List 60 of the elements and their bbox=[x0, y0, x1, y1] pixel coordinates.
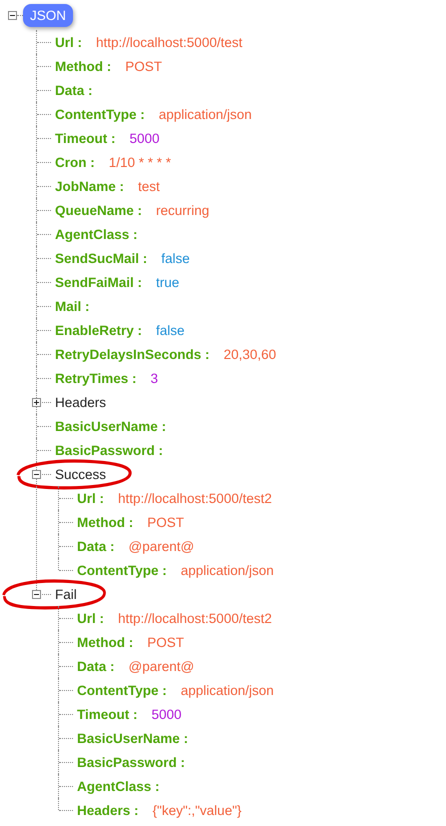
property-value: false bbox=[156, 322, 185, 338]
property-value: test bbox=[138, 178, 160, 194]
property-value: application/json bbox=[158, 106, 252, 122]
property-key: Headers : bbox=[77, 802, 139, 818]
expand-toggle-icon[interactable] bbox=[32, 398, 41, 407]
property-key: AgentClass : bbox=[77, 778, 160, 794]
property-value: false bbox=[161, 250, 190, 266]
property-key: BasicPassword : bbox=[77, 754, 186, 770]
property-value: 5000 bbox=[152, 706, 182, 722]
property-key: SendFaiMail : bbox=[55, 274, 142, 290]
property-key: Data : bbox=[77, 658, 115, 674]
group-node-label[interactable]: Headers bbox=[55, 394, 106, 410]
property-value: application/json bbox=[180, 562, 274, 578]
property-value: POST bbox=[147, 634, 184, 650]
property-value: true bbox=[156, 274, 180, 290]
property-key: ContentType : bbox=[77, 682, 167, 698]
property-value: recurring bbox=[156, 202, 210, 218]
property-key: Mail : bbox=[55, 298, 90, 314]
property-key: Url : bbox=[77, 490, 104, 506]
property-value: @parent@ bbox=[128, 658, 194, 674]
property-value: 1/10 * * * * bbox=[108, 154, 172, 170]
collapse-toggle-icon[interactable] bbox=[32, 470, 41, 479]
property-key: Url : bbox=[55, 34, 82, 50]
property-value: http://localhost:5000/test2 bbox=[118, 610, 272, 626]
property-key: Data : bbox=[55, 82, 93, 98]
property-key: JobName : bbox=[55, 178, 124, 194]
property-key: Method : bbox=[77, 514, 134, 530]
property-key: Data : bbox=[77, 538, 115, 554]
property-value: {"key":,"value"} bbox=[152, 802, 242, 818]
collapse-toggle-icon[interactable] bbox=[8, 10, 17, 20]
property-key: Method : bbox=[55, 58, 112, 74]
property-value: application/json bbox=[180, 682, 274, 698]
property-key: BasicUserName : bbox=[55, 418, 166, 434]
property-value: POST bbox=[125, 58, 162, 74]
property-key: BasicPassword : bbox=[55, 442, 164, 458]
property-key: Timeout : bbox=[55, 130, 116, 146]
property-key: ContentType : bbox=[77, 562, 167, 578]
group-node-label[interactable]: Success bbox=[55, 466, 106, 482]
property-value: @parent@ bbox=[128, 538, 194, 554]
root-node-badge[interactable]: JSON bbox=[23, 4, 74, 26]
property-key: Timeout : bbox=[77, 706, 138, 722]
property-value: 5000 bbox=[130, 130, 160, 146]
property-value: 20,30,60 bbox=[224, 346, 276, 362]
property-key: RetryDelaysInSeconds : bbox=[55, 346, 210, 362]
property-key: SendSucMail : bbox=[55, 250, 148, 266]
property-key: RetryTimes : bbox=[55, 370, 137, 386]
property-value: http://localhost:5000/test bbox=[96, 34, 242, 50]
property-key: ContentType : bbox=[55, 106, 145, 122]
property-key: QueueName : bbox=[55, 202, 142, 218]
collapse-toggle-icon[interactable] bbox=[32, 590, 41, 599]
property-key: BasicUserName : bbox=[77, 730, 188, 746]
property-key: Url : bbox=[77, 610, 104, 626]
group-node-label[interactable]: Fail bbox=[55, 586, 77, 602]
property-key: Method : bbox=[77, 634, 134, 650]
property-key: EnableRetry : bbox=[55, 322, 142, 338]
property-value: POST bbox=[147, 514, 184, 530]
property-key: AgentClass : bbox=[55, 226, 138, 242]
property-value: 3 bbox=[150, 370, 158, 386]
property-key: Cron : bbox=[55, 154, 95, 170]
property-value: http://localhost:5000/test2 bbox=[118, 490, 272, 506]
